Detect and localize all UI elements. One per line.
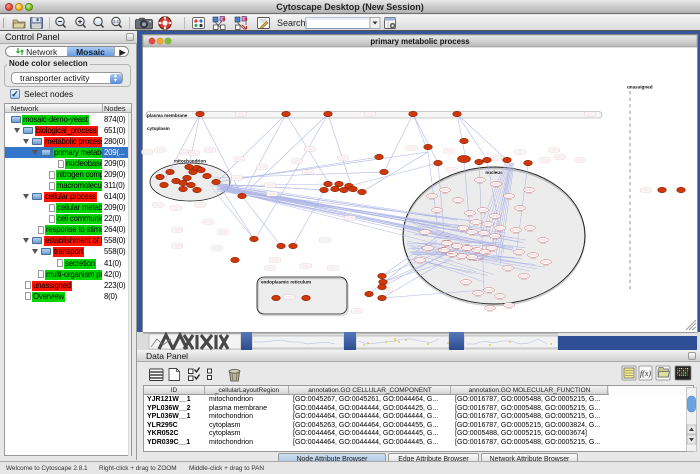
svg-text:endoplasmic reticulum: endoplasmic reticulum	[261, 280, 311, 285]
svg-text:plasma membrane: plasma membrane	[147, 113, 188, 118]
svg-text:1:1: 1:1	[113, 19, 120, 24]
svg-text:primary metabolic process: primary metabolic process	[370, 37, 470, 46]
svg-text:cytoplasm: cytoplasm	[147, 126, 170, 131]
svg-text:unassigned: unassigned	[627, 85, 653, 90]
svg-text:f(x): f(x)	[640, 369, 651, 378]
svg-text:Search:: Search:	[277, 18, 308, 28]
